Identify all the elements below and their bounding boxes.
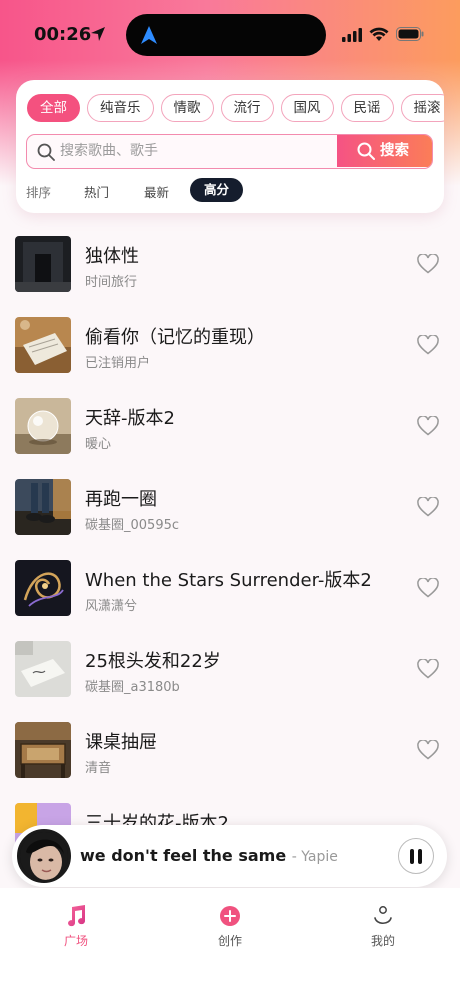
now-playing-cover	[17, 829, 71, 883]
sort-option-top-rated[interactable]: 高分	[190, 178, 244, 202]
heart-icon[interactable]	[417, 659, 439, 679]
search-input[interactable]	[60, 135, 330, 167]
sort-label: 排序	[26, 185, 52, 200]
genre-chip-guofeng[interactable]: 国风	[280, 94, 334, 122]
now-playing-song: we don't feel the same	[80, 846, 287, 865]
nav-item-profile[interactable]: 我的	[343, 904, 423, 949]
song-row[interactable]: 天辞-版本2 暖心	[0, 398, 460, 479]
nav-label-create: 创作	[217, 934, 242, 948]
location-arrow-icon	[91, 27, 105, 41]
genre-chip-rock[interactable]: 摇滚	[400, 94, 444, 122]
pause-icon	[418, 849, 422, 864]
song-artist: 已注销用户	[85, 356, 151, 371]
song-title: 偷看你（记忆的重现）	[85, 327, 265, 348]
filter-card: 全部纯音乐情歌流行国风民谣摇滚 搜索 排序 热门 最新 高分	[16, 80, 444, 213]
genre-chips: 全部 纯音乐 情歌 流行 国风 民谣 摇滚	[27, 94, 444, 122]
genre-chip-instrumental[interactable]: 纯音乐	[87, 94, 154, 122]
nav-item-square[interactable]: 广场	[36, 904, 116, 949]
song-cover	[15, 722, 71, 778]
search-button-label: 搜索	[380, 143, 409, 159]
sort-option-latest[interactable]: 最新	[144, 182, 169, 201]
plus-circle-icon	[220, 906, 240, 926]
song-cover	[15, 479, 71, 535]
song-row[interactable]: 偷看你（记忆的重现） 已注销用户	[0, 317, 460, 398]
song-cover	[15, 398, 71, 454]
song-cover	[15, 641, 71, 697]
song-title: 再跑一圈	[85, 489, 157, 510]
nav-item-create[interactable]: 创作	[190, 904, 270, 949]
song-title: 天辞-版本2	[85, 408, 175, 429]
song-artist: 碳基圈_00595c	[85, 518, 180, 533]
song-artist: 暖心	[85, 437, 112, 452]
music-note-icon	[68, 905, 86, 927]
now-playing-title: we don't feel the same - Yapie	[80, 846, 338, 865]
song-row[interactable]: 独体性 时间旅行	[0, 236, 460, 317]
song-artist: 风潇潇兮	[85, 599, 138, 614]
mini-player[interactable]: we don't feel the same - Yapie	[12, 825, 447, 887]
pause-icon	[410, 849, 414, 864]
navigation-icon	[141, 26, 157, 44]
genre-chip-folk[interactable]: 民谣	[340, 94, 394, 122]
heart-icon[interactable]	[417, 254, 439, 274]
pause-button[interactable]	[398, 838, 434, 874]
genre-chip-love-songs[interactable]: 情歌	[160, 94, 214, 122]
search-button[interactable]: 搜索	[337, 135, 432, 167]
heart-icon[interactable]	[417, 497, 439, 517]
now-playing-artist: - Yapie	[291, 849, 338, 865]
genre-chip-pop[interactable]: 流行	[220, 94, 274, 122]
song-row[interactable]: 25根头发和22岁 碳基圈_a3180b	[0, 641, 460, 722]
signal-icon	[342, 28, 362, 42]
song-title: 25根头发和22岁	[85, 651, 221, 672]
genre-chip-all[interactable]: 全部	[27, 94, 80, 122]
heart-icon[interactable]	[417, 740, 439, 760]
sort-option-hot[interactable]: 热门	[84, 182, 109, 201]
song-title: 独体性	[85, 246, 139, 267]
song-title: 课桌抽屉	[85, 732, 157, 753]
song-row[interactable]: 课桌抽屉 清音	[0, 722, 460, 803]
song-artist: 清音	[85, 761, 112, 776]
heart-icon[interactable]	[417, 335, 439, 355]
song-cover	[15, 236, 71, 292]
song-artist: 碳基圈_a3180b	[85, 680, 180, 695]
nav-label-profile: 我的	[370, 934, 395, 948]
battery-icon	[396, 27, 424, 41]
song-artist: 时间旅行	[85, 275, 138, 290]
search-icon	[357, 142, 375, 160]
search-box: 搜索	[26, 134, 433, 169]
heart-icon[interactable]	[417, 416, 439, 436]
dynamic-island	[126, 14, 326, 56]
heart-icon[interactable]	[417, 578, 439, 598]
wifi-icon	[369, 27, 389, 41]
song-cover	[15, 317, 71, 373]
song-cover	[15, 560, 71, 616]
song-row[interactable]: 再跑一圈 碳基圈_00595c	[0, 479, 460, 560]
song-title: When the Stars Surrender-版本2	[85, 570, 372, 591]
search-icon	[37, 143, 55, 161]
bottom-nav: 广场 创作 我的	[0, 888, 460, 995]
song-row[interactable]: When the Stars Surrender-版本2 风潇潇兮	[0, 560, 460, 641]
nav-label-square: 广场	[63, 934, 88, 948]
profile-icon	[374, 906, 392, 925]
status-time: 00:26	[34, 24, 92, 45]
status-bar: 00:26	[0, 0, 460, 70]
